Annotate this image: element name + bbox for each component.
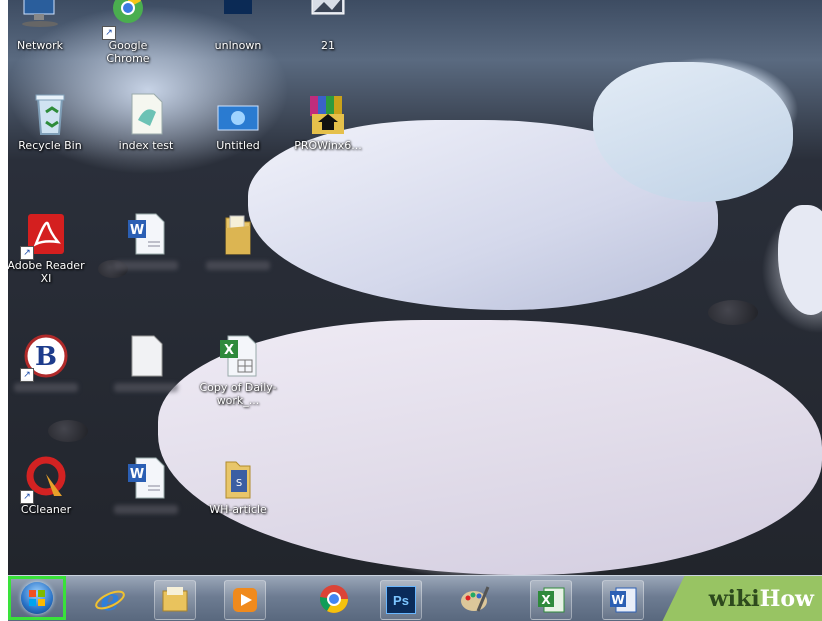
- file-explorer-icon: [162, 587, 188, 612]
- desktop-icon-ccleaner[interactable]: ↗ CCleaner: [8, 456, 88, 516]
- ccleaner-icon: ↗: [20, 456, 68, 504]
- desktop-icon-unlnown[interactable]: unlnown: [196, 0, 280, 52]
- excel-icon: X: [538, 587, 565, 613]
- rock: [48, 420, 88, 442]
- svg-text:S: S: [236, 478, 242, 489]
- taskbar-chrome[interactable]: [314, 580, 354, 618]
- blurred-label: [114, 383, 178, 392]
- desktop-icon-word-document-2[interactable]: W: [104, 456, 188, 514]
- shortcut-arrow-icon: ↗: [20, 246, 34, 260]
- desktop-icon-label: Network: [17, 39, 63, 52]
- folder-icon: [216, 212, 260, 256]
- app-b-icon: B ↗: [20, 334, 68, 382]
- windows-logo-icon: [21, 582, 53, 614]
- image-file-icon: [216, 92, 260, 136]
- image-file-icon: [306, 0, 350, 36]
- text-file-icon: [124, 92, 168, 136]
- taskbar-media-player[interactable]: [224, 580, 266, 620]
- excel-document-icon: X: [216, 334, 260, 378]
- photoshop-icon-text: Ps: [393, 592, 409, 608]
- desktop-icon-adobe-reader[interactable]: ↗ Adobe Reader XI: [8, 212, 88, 285]
- rock: [708, 300, 758, 325]
- svg-text:X: X: [224, 343, 234, 358]
- photoshop-icon: Ps: [386, 586, 416, 614]
- start-button[interactable]: [8, 576, 66, 620]
- shortcut-arrow-icon: ↗: [20, 490, 34, 504]
- svg-text:W: W: [130, 223, 144, 238]
- taskbar-internet-explorer[interactable]: e: [90, 580, 130, 618]
- desktop-icon-label: Recycle Bin: [18, 139, 82, 152]
- shortcut-arrow-icon: ↗: [102, 26, 116, 40]
- blurred-label: [206, 261, 270, 270]
- desktop-icon-index-test[interactable]: index test: [104, 92, 188, 152]
- svg-text:W: W: [611, 593, 624, 607]
- desktop: Network ↗ Google Chrome unlnown 21 Recyc…: [8, 0, 822, 575]
- recycle-bin-icon: [28, 92, 72, 136]
- desktop-icon-recycle-bin[interactable]: Recycle Bin: [8, 92, 92, 152]
- word-icon: W: [610, 587, 637, 613]
- blurred-label: [14, 383, 78, 392]
- desktop-icon-wh-article[interactable]: S WH-article: [196, 456, 280, 516]
- taskbar-photoshop[interactable]: Ps: [380, 580, 422, 620]
- desktop-icon-google-chrome[interactable]: ↗ Google Chrome: [86, 0, 170, 65]
- desktop-icon-word-document[interactable]: W: [104, 212, 188, 270]
- taskbar: e Ps X W wiki How: [8, 575, 822, 621]
- svg-text:e: e: [100, 583, 119, 615]
- desktop-icon-prowinx6[interactable]: PROWinx6...: [286, 92, 370, 152]
- svg-text:X: X: [541, 593, 551, 607]
- svg-text:B: B: [35, 342, 57, 372]
- desktop-icon-app-b[interactable]: B ↗: [8, 334, 88, 392]
- word-document-icon: W: [124, 212, 168, 256]
- ice-block: [778, 205, 822, 315]
- desktop-icon-label: index test: [118, 139, 174, 152]
- desktop-icon-label: PROWinx6...: [294, 139, 362, 152]
- blurred-label: [114, 261, 178, 270]
- desktop-icon-label: unlnown: [214, 39, 262, 52]
- desktop-icon-21[interactable]: 21: [286, 0, 370, 52]
- taskbar-file-explorer[interactable]: [154, 580, 196, 620]
- chrome-icon: ↗: [102, 0, 150, 40]
- desktop-icon-label: WH-article: [209, 503, 267, 516]
- paint-icon: [461, 586, 490, 612]
- blank-document-icon: [124, 334, 168, 378]
- photoshop-file-icon: [216, 0, 260, 36]
- taskbar-excel[interactable]: X: [530, 580, 572, 620]
- winrar-icon: [306, 92, 350, 136]
- desktop-icon-label: Adobe Reader XI: [8, 259, 85, 285]
- network-icon: [18, 0, 62, 36]
- desktop-icon-label: CCleaner: [20, 503, 72, 516]
- adobe-reader-icon: ↗: [20, 212, 68, 260]
- svg-text:W: W: [130, 467, 144, 482]
- desktop-icon-label: 21: [321, 39, 335, 52]
- word-document-icon: W: [124, 456, 168, 500]
- shortcut-arrow-icon: ↗: [20, 368, 34, 382]
- folder-icon: S: [216, 456, 260, 500]
- desktop-icon-blank-document[interactable]: [104, 334, 188, 392]
- media-player-icon: [233, 588, 257, 612]
- desktop-icon-copy-of-daily-work[interactable]: X Copy of Daily-work_...: [196, 334, 280, 407]
- desktop-icon-untitled[interactable]: Untitled: [196, 92, 280, 152]
- wikihow-watermark: wiki How: [662, 576, 822, 621]
- blurred-label: [114, 505, 178, 514]
- taskbar-word[interactable]: W: [602, 580, 644, 620]
- screen: Network ↗ Google Chrome unlnown 21 Recyc…: [0, 0, 822, 621]
- watermark-part1: wiki: [708, 586, 760, 612]
- desktop-icon-label: Untitled: [216, 139, 260, 152]
- taskbar-paint[interactable]: [454, 580, 494, 618]
- watermark-part2: How: [759, 586, 814, 612]
- desktop-icon-label: Copy of Daily-work_...: [199, 381, 277, 407]
- desktop-icon-network[interactable]: Network: [8, 0, 82, 52]
- chrome-icon: [320, 585, 348, 613]
- desktop-icon-label: Google Chrome: [106, 39, 150, 65]
- internet-explorer-icon: e: [95, 583, 125, 615]
- desktop-icon-folder[interactable]: [196, 212, 280, 270]
